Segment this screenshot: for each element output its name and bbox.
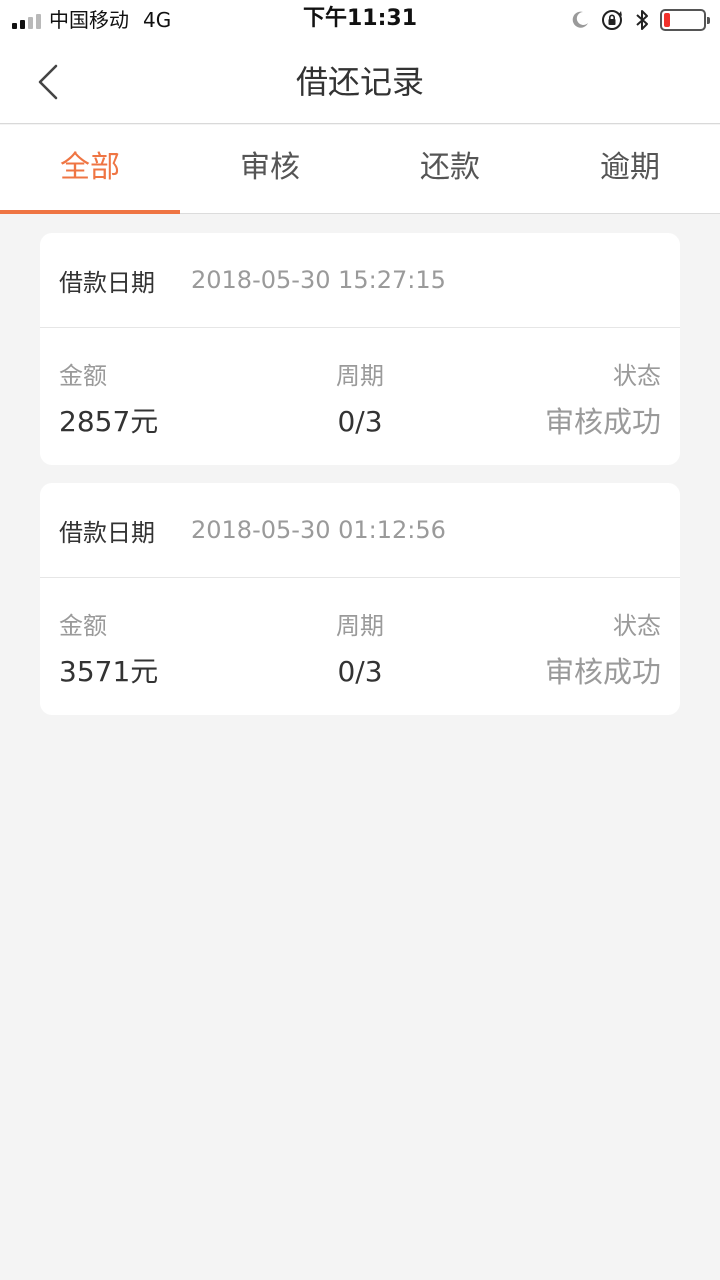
card-body: 金额 3571元 周期 0/3 状态 审核成功 (40, 578, 680, 714)
period-value: 0/3 (337, 405, 383, 438)
status-label: 状态 (613, 612, 661, 640)
date-value: 2018-05-30 01:12:56 (191, 516, 446, 544)
status-bar: 中国移动 4G 下午11:31 (0, 0, 720, 40)
amount-value: 2857元 (59, 405, 159, 438)
status-column: 状态 审核成功 (545, 608, 661, 692)
period-label: 周期 (336, 612, 384, 640)
rotation-lock-icon (602, 10, 622, 30)
amount-column: 金额 3571元 (59, 608, 158, 692)
status-label: 状态 (613, 362, 661, 390)
loan-record-card[interactable]: 借款日期 2018-05-30 01:12:56 金额 3571元 周期 0/3… (40, 483, 680, 715)
period-label: 周期 (336, 362, 384, 390)
amount-value: 3571元 (59, 655, 159, 688)
period-column: 周期 0/3 (260, 358, 460, 442)
card-header: 借款日期 2018-05-30 01:12:56 (40, 483, 680, 578)
tab-bar: 全部 审核 还款 逾期 (0, 125, 720, 214)
loan-record-list: 借款日期 2018-05-30 15:27:15 金额 2857元 周期 0/3… (40, 233, 680, 733)
battery-level (664, 13, 670, 27)
status-value: 审核成功 (544, 405, 661, 439)
tab-review[interactable]: 审核 (180, 125, 360, 213)
status-right (570, 8, 710, 32)
battery-icon (660, 9, 710, 31)
period-column: 周期 0/3 (260, 608, 460, 692)
date-value: 2018-05-30 15:27:15 (191, 266, 446, 294)
tab-overdue[interactable]: 逾期 (540, 125, 720, 213)
moon-icon (572, 11, 588, 28)
card-body: 金额 2857元 周期 0/3 状态 审核成功 (40, 328, 680, 464)
bluetooth-icon (636, 10, 648, 30)
nav-bar: 借还记录 (0, 40, 720, 124)
status-column: 状态 审核成功 (545, 358, 661, 442)
loan-record-card[interactable]: 借款日期 2018-05-30 15:27:15 金额 2857元 周期 0/3… (40, 233, 680, 465)
period-value: 0/3 (337, 655, 383, 688)
tab-repayment[interactable]: 还款 (360, 125, 540, 213)
card-header: 借款日期 2018-05-30 15:27:15 (40, 233, 680, 328)
tab-all[interactable]: 全部 (0, 125, 180, 214)
amount-column: 金额 2857元 (59, 358, 158, 442)
page-title: 借还记录 (295, 63, 424, 101)
date-label: 借款日期 (59, 268, 155, 297)
date-label: 借款日期 (59, 518, 155, 547)
amount-label: 金额 (59, 612, 107, 640)
status-value: 审核成功 (544, 655, 661, 689)
amount-label: 金额 (59, 362, 107, 390)
